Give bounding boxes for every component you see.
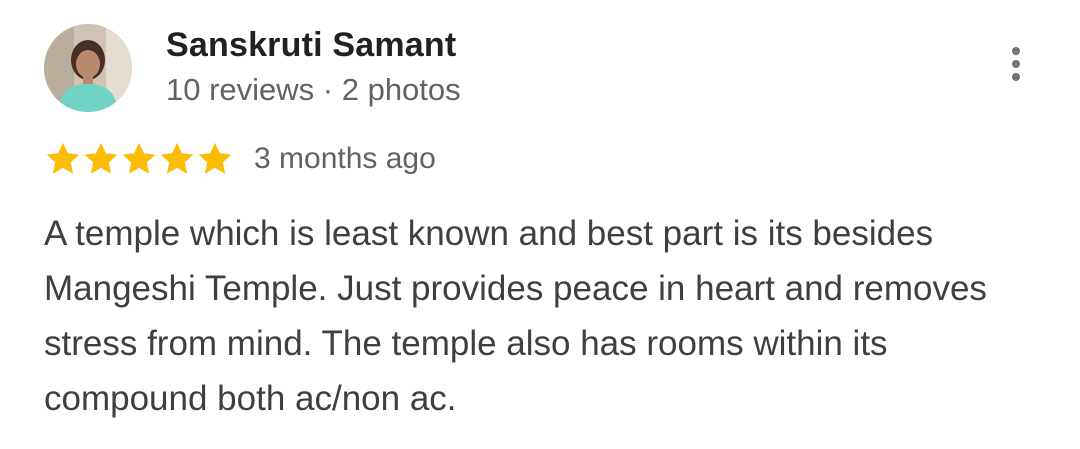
more-vert-icon	[1012, 47, 1020, 55]
star-icon	[160, 142, 194, 174]
more-vert-icon-dot	[1012, 60, 1020, 68]
star-rating	[44, 140, 234, 178]
review-card: Sanskruti Samant 10 reviews · 2 photos 3…	[0, 0, 1080, 449]
star-icon	[122, 142, 156, 174]
star-icon	[46, 142, 80, 174]
reviewer-meta: 10 reviews · 2 photos	[166, 72, 461, 107]
review-text: A temple which is least known and best p…	[44, 214, 987, 418]
avatar[interactable]	[44, 24, 132, 112]
reviewer-name[interactable]: Sanskruti Samant	[166, 26, 456, 65]
star-icon	[198, 142, 232, 174]
rating-row: 3 months ago	[44, 137, 436, 181]
avatar-photo	[44, 24, 132, 112]
more-vert-icon-dot	[1012, 73, 1020, 81]
star-icon	[84, 142, 118, 174]
review-date: 3 months ago	[254, 142, 436, 175]
more-options-button[interactable]	[996, 40, 1036, 88]
